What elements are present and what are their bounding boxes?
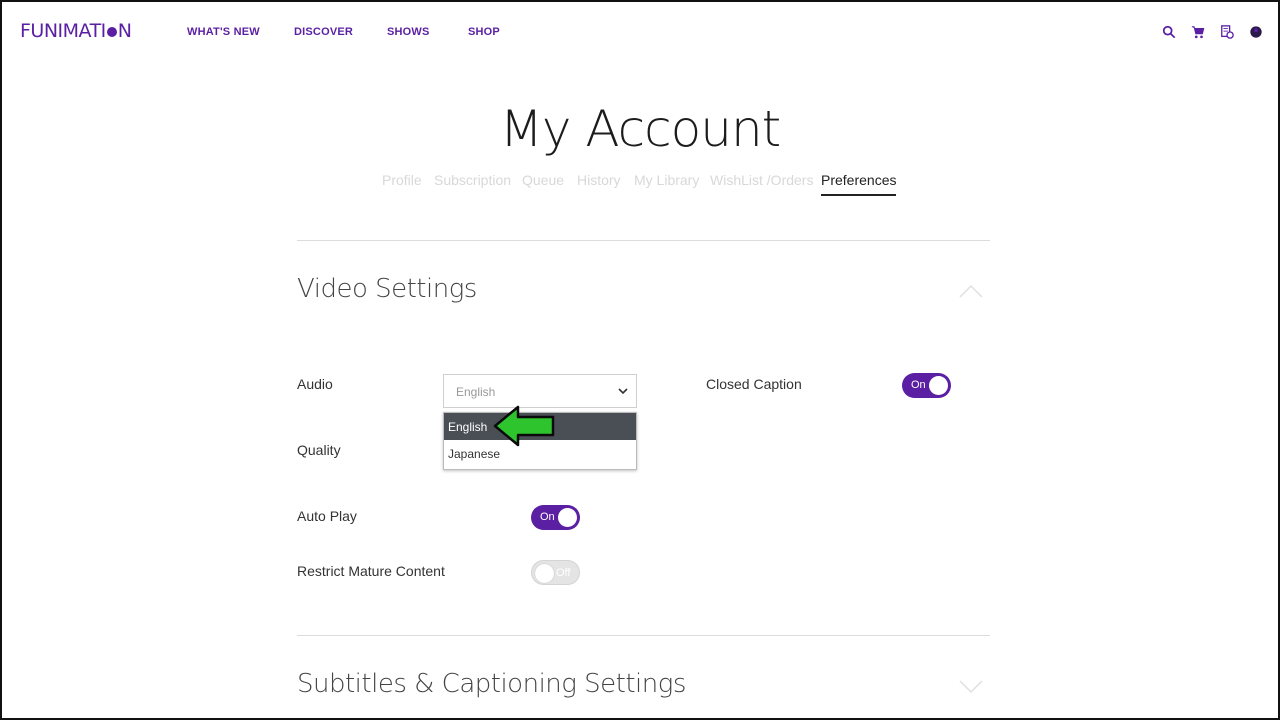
nav-whats-new[interactable]: WHAT'S NEW	[187, 26, 260, 38]
restrict-mature-toggle[interactable]: Off	[531, 560, 580, 585]
toggle-state-text: On	[911, 379, 926, 391]
user-icon[interactable]	[1248, 24, 1264, 40]
divider	[297, 240, 990, 241]
audio-select[interactable]: English	[443, 374, 637, 408]
restrict-mature-label: Restrict Mature Content	[297, 563, 445, 579]
cart-icon[interactable]	[1190, 24, 1206, 40]
audio-selected-value: English	[456, 385, 496, 399]
auto-play-toggle[interactable]: On	[531, 505, 580, 530]
nav-shows[interactable]: SHOWS	[387, 26, 430, 38]
toggle-state-text: Off	[556, 567, 571, 579]
toggle-knob	[929, 376, 948, 395]
top-navigation-bar: FUNIMATI N WHAT'S NEW DISCOVER SHOWS SHOP	[2, 2, 1278, 62]
tab-wishlist-orders[interactable]: WishList /Orders	[710, 172, 813, 194]
subtitles-settings-title[interactable]: Subtitles & Captioning Settings	[297, 669, 686, 699]
nav-discover[interactable]: DISCOVER	[294, 26, 353, 38]
notifications-icon[interactable]	[1219, 24, 1235, 40]
tab-my-library[interactable]: My Library	[634, 172, 699, 194]
closed-caption-label: Closed Caption	[706, 376, 802, 392]
quality-label: Quality	[297, 442, 341, 458]
toggle-knob	[558, 508, 577, 527]
search-icon[interactable]	[1161, 24, 1177, 40]
tab-history[interactable]: History	[577, 172, 621, 194]
nav-shop[interactable]: SHOP	[468, 26, 500, 38]
chevron-up-icon[interactable]	[958, 283, 984, 299]
video-settings-title[interactable]: Video Settings	[297, 274, 477, 304]
page-title: My Account	[499, 100, 782, 158]
tab-profile[interactable]: Profile	[382, 172, 422, 194]
auto-play-label: Auto Play	[297, 508, 357, 524]
green-arrow-annotation	[493, 405, 555, 447]
tab-preferences[interactable]: Preferences	[821, 172, 897, 196]
audio-label: Audio	[297, 376, 333, 392]
closed-caption-toggle[interactable]: On	[902, 373, 951, 398]
divider	[297, 635, 990, 636]
tab-queue[interactable]: Queue	[522, 172, 564, 194]
funimation-logo[interactable]: FUNIMATI N	[20, 20, 132, 42]
tab-subscription[interactable]: Subscription	[434, 172, 511, 194]
toggle-knob	[535, 564, 554, 583]
chevron-down-icon	[618, 388, 628, 395]
toggle-state-text: On	[540, 511, 555, 523]
chevron-down-icon[interactable]	[958, 678, 984, 694]
